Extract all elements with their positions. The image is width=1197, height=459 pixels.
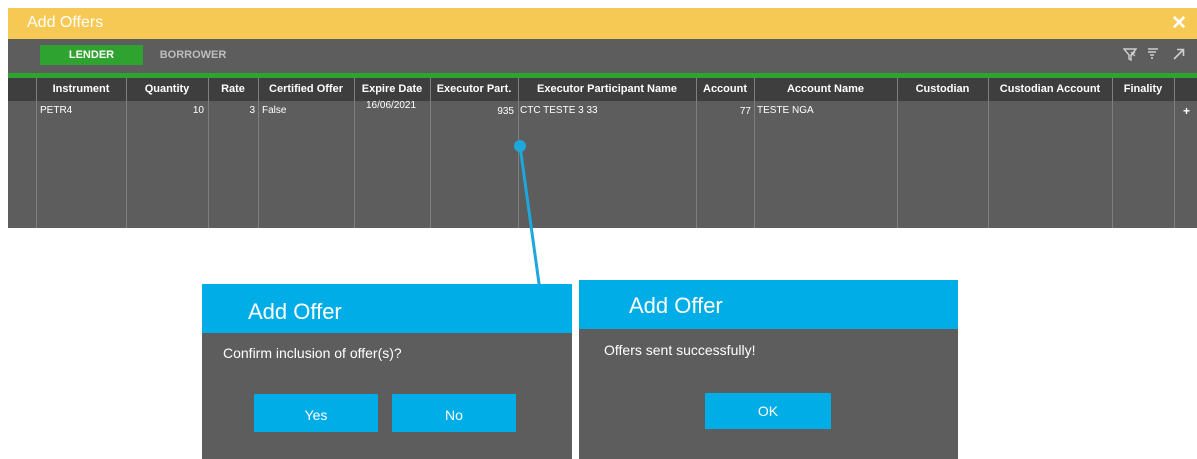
col-header-custodian[interactable]: Custodian [897,78,988,101]
tab-borrower[interactable]: BORROWER [143,45,243,65]
no-button[interactable]: No [392,394,516,432]
success-dialog: Add Offer Offers sent successfully! OK [579,280,958,459]
cell-quantity: 10 [192,105,204,116]
grid-header: Instrument Quantity Rate Certified Offer… [8,78,1197,101]
confirm-dialog: Add Offer Confirm inclusion of offer(s)?… [202,284,572,459]
col-header-rate[interactable]: Rate [208,78,258,101]
col-header-executor-part[interactable]: Executor Part. [430,78,518,101]
expand-icon[interactable] [1171,46,1185,62]
cell-expire-date: 16/06/2021 [366,100,417,111]
cell-account: 77 [739,106,751,117]
cell-account-name: TESTE NGA [757,105,814,116]
window-title: Add Offers [27,14,104,31]
cell-rate: 3 [249,105,255,116]
grid-divider [258,78,259,228]
grid-divider [430,78,431,228]
col-header-account[interactable]: Account [696,78,754,101]
col-header-expire-date[interactable]: Expire Date [354,78,430,101]
grid-divider [518,78,519,228]
dialog-title: Add Offer [629,293,723,318]
grid-divider [754,78,755,228]
yes-button[interactable]: Yes [254,394,378,432]
cell-executor-participant-name: CTC TESTE 3 33 [520,105,598,116]
dialog-message: Confirm inclusion of offer(s)? [223,345,402,361]
col-header-account-name[interactable]: Account Name [754,78,897,101]
dialog-titlebar: Add Offer [579,280,958,329]
col-header-executor-participant-name[interactable]: Executor Participant Name [518,78,696,101]
add-row-button[interactable]: + [1183,104,1190,118]
grid-divider [988,78,989,228]
dialog-title: Add Offer [248,299,342,324]
grid-divider [36,78,37,228]
cell-instrument: PETR4 [40,105,73,116]
grid-divider [1174,78,1175,228]
grid-divider [1112,78,1113,228]
close-icon[interactable]: ✕ [1171,12,1187,35]
dialog-titlebar: Add Offer [202,284,572,333]
dialog-message: Offers sent successfully! [604,342,756,358]
grid-divider [696,78,697,228]
col-header-finality[interactable]: Finality [1112,78,1174,101]
filter-icon[interactable] [1146,46,1160,62]
col-header-certified-offer[interactable]: Certified Offer [258,78,354,101]
offers-grid: Instrument Quantity Rate Certified Offer… [8,78,1197,228]
cell-certified-offer: False [262,105,287,116]
tab-lender[interactable]: LENDER [40,45,143,65]
col-header-quantity[interactable]: Quantity [126,78,208,101]
grid-divider [354,78,355,228]
grid-divider [897,78,898,228]
ok-button[interactable]: OK [705,393,831,429]
col-header-instrument[interactable]: Instrument [36,78,126,101]
clear-filter-icon[interactable] [1123,46,1137,62]
grid-divider [126,78,127,228]
grid-divider [208,78,209,228]
cell-executor-part: 935 [497,106,514,117]
window-titlebar: Add Offers ✕ [8,8,1197,39]
col-header-custodian-account[interactable]: Custodian Account [988,78,1112,101]
